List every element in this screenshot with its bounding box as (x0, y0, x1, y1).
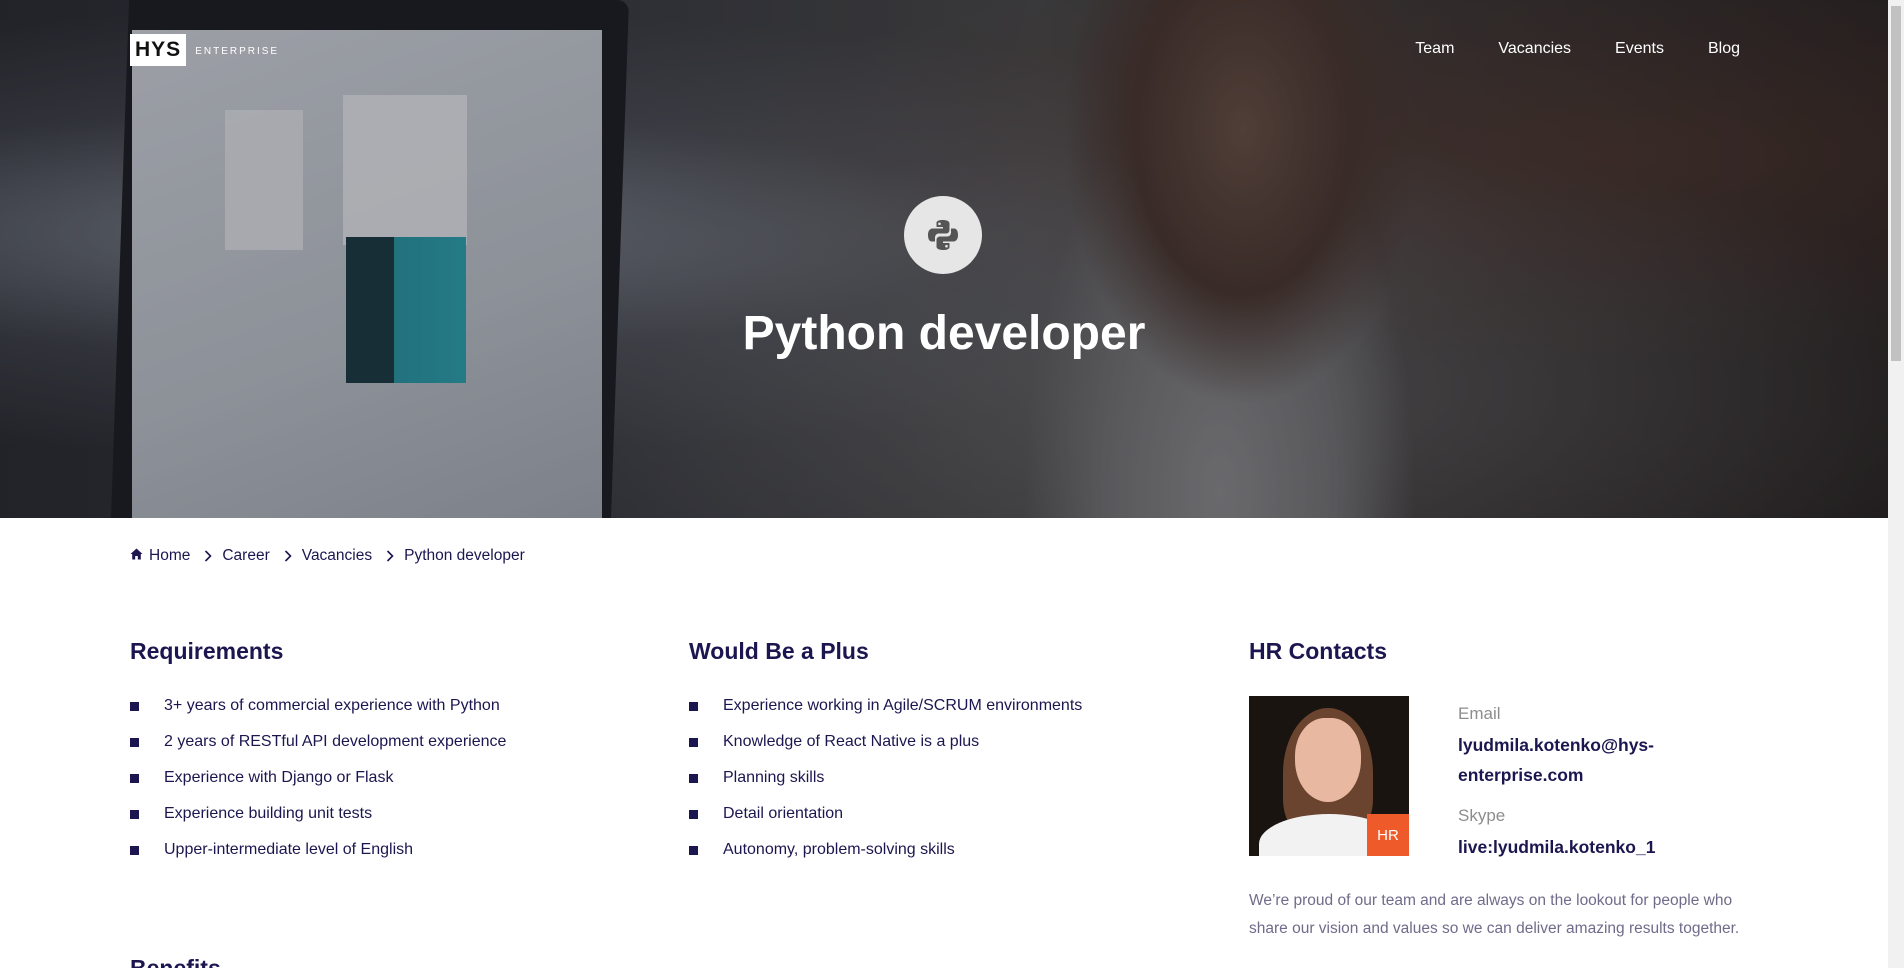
hr-title: HR Contacts (1249, 638, 1388, 664)
breadcrumb-home[interactable]: Home (130, 547, 190, 565)
skype-label: Skype (1458, 806, 1506, 825)
list-item: Planning skills (689, 768, 1082, 804)
page-title: Python developer (742, 307, 1146, 360)
chevron-right-icon (386, 550, 394, 562)
hr-info: Email lyudmila.kotenko@hys-enterprise.co… (1458, 704, 1698, 862)
requirements-title: Requirements (130, 638, 284, 664)
plus-list: Experience working in Agile/SCRUM enviro… (689, 696, 1082, 876)
hr-badge: HR (1367, 814, 1409, 856)
breadcrumb-home-label: Home (149, 547, 191, 564)
requirements-list: 3+ years of commercial experience with P… (130, 696, 506, 876)
nav-events[interactable]: Events (1615, 40, 1664, 58)
scrollbar-thumb[interactable] (1891, 6, 1901, 361)
list-item: Autonomy, problem-solving skills (689, 840, 1082, 876)
logo-sub: ENTERPRISE (195, 45, 280, 57)
chevron-right-icon (284, 550, 292, 562)
hr-contacts-section: HR Contacts HR Email lyudmila.kotenko@hy… (1249, 638, 1769, 943)
list-item: Upper-intermediate level of English (130, 840, 506, 876)
hr-avatar: HR (1249, 696, 1409, 856)
hero-banner: HYS ENTERPRISE Team Vacancies Events Blo… (0, 0, 1888, 518)
list-item: Knowledge of React Native is a plus (689, 732, 1082, 768)
list-item: Experience with Django or Flask (130, 768, 506, 804)
main-nav: Team Vacancies Events Blog (1415, 40, 1740, 58)
email-label: Email (1458, 704, 1501, 723)
chevron-right-icon (204, 550, 212, 562)
list-item: 3+ years of commercial experience with P… (130, 696, 506, 732)
breadcrumb-current: Python developer (404, 547, 525, 564)
email-link[interactable]: lyudmila.kotenko@hys-enterprise.com (1458, 730, 1698, 790)
logo-main: HYS (130, 34, 187, 66)
plus-title: Would Be a Plus (689, 638, 869, 664)
breadcrumb-career[interactable]: Career (222, 547, 269, 565)
hr-card: HR Email lyudmila.kotenko@hys-enterprise… (1249, 696, 1769, 862)
breadcrumb: Home Career Vacancies Python developer (130, 547, 525, 565)
list-item: Experience working in Agile/SCRUM enviro… (689, 696, 1082, 732)
list-item: 2 years of RESTful API development exper… (130, 732, 506, 768)
list-item: Detail orientation (689, 804, 1082, 840)
plus-section: Would Be a Plus Experience working in Ag… (689, 638, 1082, 876)
hr-note: We’re proud of our team and are always o… (1249, 892, 1740, 937)
benefits-title: Benefits (130, 955, 221, 968)
list-item: Experience building unit tests (130, 804, 506, 840)
breadcrumb-vacancies[interactable]: Vacancies (302, 547, 372, 565)
scrollbar[interactable] (1888, 0, 1904, 968)
nav-team[interactable]: Team (1415, 40, 1454, 58)
home-icon (130, 547, 143, 565)
nav-blog[interactable]: Blog (1708, 40, 1740, 58)
python-icon (904, 196, 982, 274)
skype-link[interactable]: live:lyudmila.kotenko_1 (1458, 832, 1698, 862)
requirements-section: Requirements 3+ years of commercial expe… (130, 638, 506, 876)
nav-vacancies[interactable]: Vacancies (1498, 40, 1571, 58)
logo[interactable]: HYS ENTERPRISE (130, 34, 279, 66)
